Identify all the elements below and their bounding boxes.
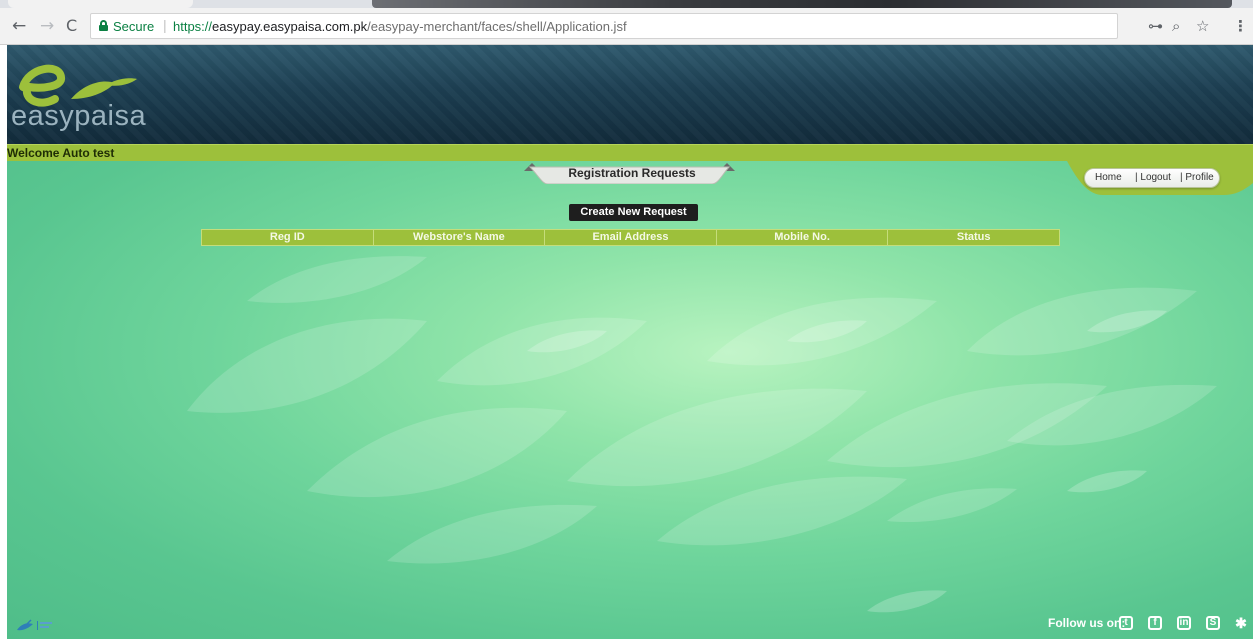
menu-icon[interactable]: ⋮ bbox=[1233, 17, 1248, 35]
skype-icon[interactable]: S bbox=[1206, 616, 1220, 630]
create-new-request-button[interactable]: Create New Request bbox=[569, 204, 698, 221]
column-header-email[interactable]: Email Address bbox=[545, 230, 717, 245]
profile-link[interactable]: | Profile bbox=[1180, 172, 1214, 183]
home-link[interactable]: Home bbox=[1095, 172, 1122, 183]
welcome-bar: Welcome Auto test bbox=[7, 144, 1253, 161]
browser-tab-active[interactable] bbox=[8, 0, 193, 8]
linkedin-icon[interactable]: in bbox=[1177, 616, 1191, 630]
column-header-status[interactable]: Status bbox=[888, 230, 1059, 245]
star-icon[interactable]: ☆ bbox=[1196, 17, 1209, 35]
url-text[interactable]: https://easypay.easypaisa.com.pk/easypay… bbox=[173, 19, 627, 34]
site-header: easypaisa bbox=[7, 45, 1253, 144]
welcome-message: Welcome Auto test bbox=[7, 146, 115, 160]
key-icon[interactable]: ⊶ bbox=[1148, 17, 1163, 35]
reload-icon[interactable]: C bbox=[66, 16, 77, 36]
back-icon[interactable]: ← bbox=[12, 16, 26, 36]
url-separator: | bbox=[163, 17, 167, 33]
share-icon[interactable]: ✱ bbox=[1234, 616, 1248, 630]
twitter-icon[interactable]: t bbox=[1119, 616, 1133, 630]
registration-requests-tab[interactable]: Registration Requests bbox=[537, 166, 727, 180]
follow-us-label: Follow us on: bbox=[1048, 616, 1126, 630]
forward-icon[interactable]: → bbox=[40, 16, 54, 36]
column-header-reg-id[interactable]: Reg ID bbox=[202, 230, 374, 245]
secure-label: Secure bbox=[113, 19, 155, 34]
browser-tabstrip bbox=[0, 0, 1253, 8]
browser-tab-background[interactable] bbox=[372, 0, 1232, 8]
top-nav: Home | Logout | Profile bbox=[1084, 168, 1220, 188]
facebook-icon[interactable]: f bbox=[1148, 616, 1162, 630]
zoom-icon[interactable]: ⌕ bbox=[1172, 17, 1180, 35]
page: easypaisa Welcome Auto test Registration… bbox=[7, 45, 1253, 639]
main-content: Registration Requests Home | Logout | Pr… bbox=[7, 161, 1253, 639]
address-bar[interactable]: Secure | https://easypay.easypaisa.com.p… bbox=[90, 13, 1118, 39]
logo-text: easypaisa bbox=[11, 100, 147, 132]
browser-toolbar: ← → C Secure | https://easypay.easypaisa… bbox=[0, 8, 1253, 45]
lock-icon bbox=[99, 20, 108, 31]
column-header-mobile[interactable]: Mobile No. bbox=[717, 230, 889, 245]
logout-link[interactable]: | Logout bbox=[1135, 172, 1171, 183]
column-header-webstore-name[interactable]: Webstore's Name bbox=[374, 230, 546, 245]
requests-table-header: Reg ID Webstore's Name Email Address Mob… bbox=[201, 229, 1060, 246]
footer-logo[interactable] bbox=[15, 618, 55, 632]
